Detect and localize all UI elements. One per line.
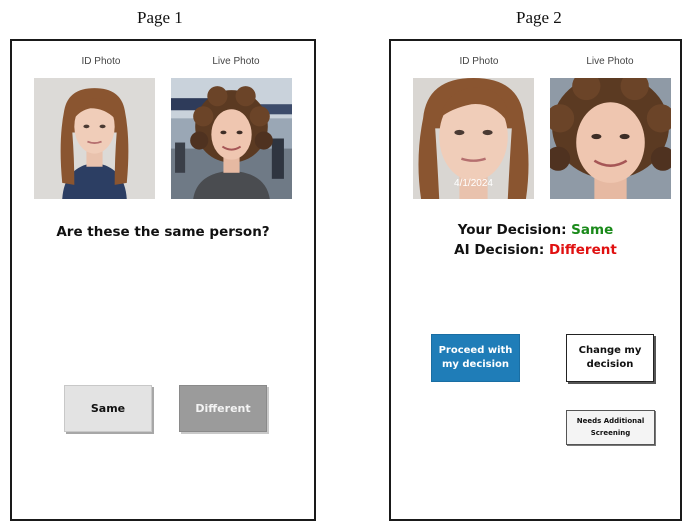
page-1-label: Page 1: [137, 8, 183, 27]
id-photo-date: 4/1/2024: [454, 178, 493, 189]
ai-decision-label: AI Decision:: [454, 242, 545, 258]
proceed-button[interactable]: Proceed with my decision: [431, 334, 520, 382]
id-photo-zoomed: 4/1/2024: [413, 78, 534, 199]
different-button[interactable]: Different: [179, 385, 267, 432]
live-photo-zoomed: [550, 78, 671, 199]
live-photo: [171, 78, 292, 199]
same-button[interactable]: Same: [64, 385, 152, 432]
woman-curly-hair-icon: [171, 78, 292, 199]
id-photo-caption: ID Photo: [459, 56, 499, 67]
page-1-frame: ID Photo Live Photo Are these the same p…: [10, 39, 316, 521]
needs-screening-button[interactable]: Needs Additional Screening: [566, 410, 655, 445]
woman-long-hair-icon: [34, 78, 155, 199]
ai-decision-line: AI Decision: Different: [391, 242, 680, 258]
your-decision-line: Your Decision: Same: [391, 222, 680, 238]
your-decision-label: Your Decision:: [457, 222, 567, 238]
woman-curly-hair-icon: [550, 78, 671, 199]
change-decision-button[interactable]: Change my decision: [566, 334, 654, 382]
live-photo-caption: Live Photo: [586, 56, 634, 67]
your-decision-value: Same: [571, 222, 614, 238]
page-2-frame: ID Photo Live Photo 4/1/2024 Your Decisi…: [389, 39, 682, 521]
page-2-label: Page 2: [516, 8, 562, 27]
ai-decision-value: Different: [549, 242, 617, 258]
id-photo-caption: ID Photo: [81, 56, 121, 67]
id-photo: [34, 78, 155, 199]
live-photo-caption: Live Photo: [212, 56, 260, 67]
question-text: Are these the same person?: [56, 224, 270, 240]
